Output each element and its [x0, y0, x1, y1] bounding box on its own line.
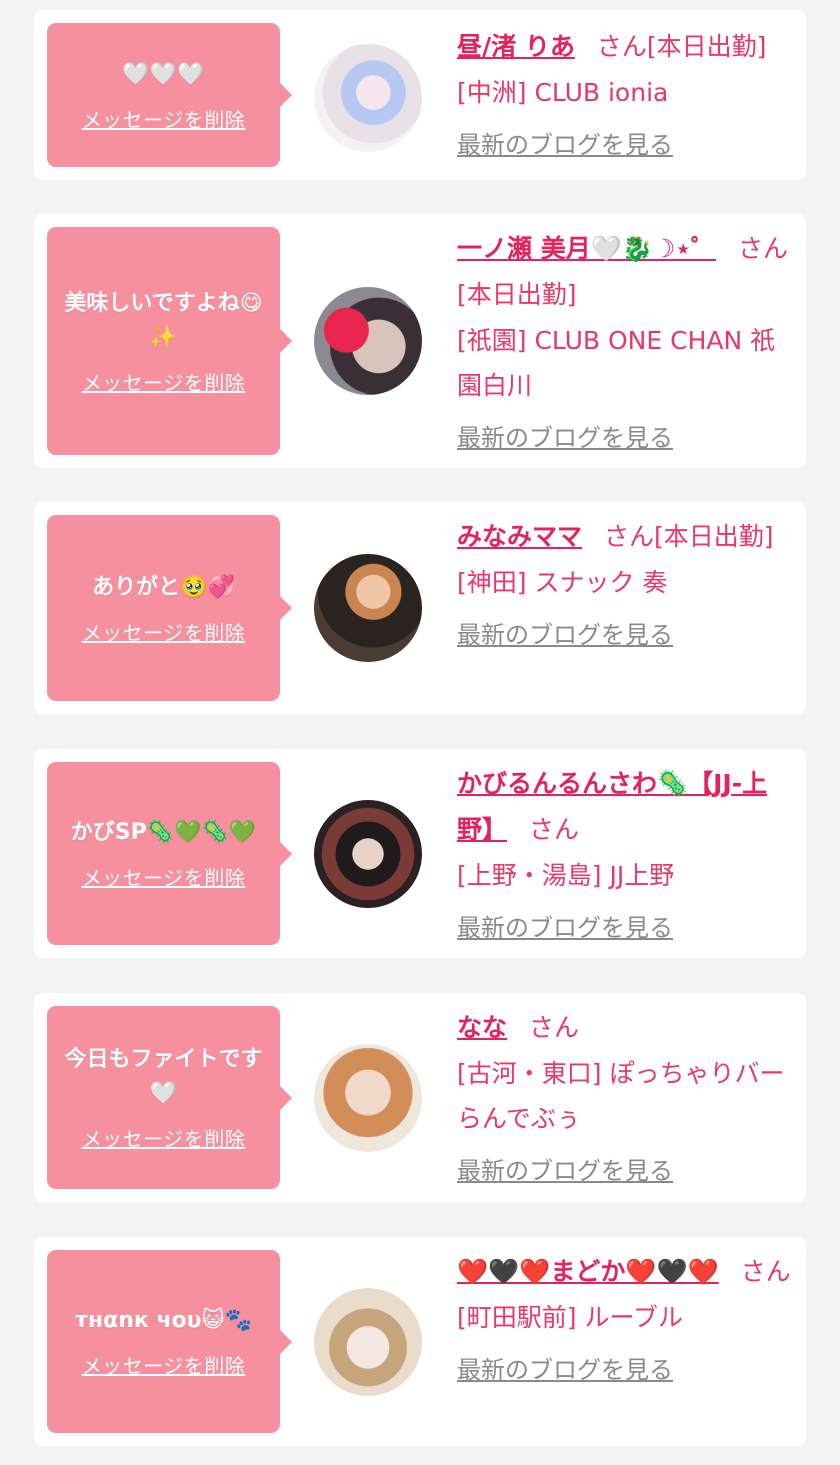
cast-name-link[interactable]: かびるんるんさわ🦠【JJ-上野】 [457, 769, 767, 844]
view-blog-link[interactable]: 最新のブログを見る [457, 910, 673, 946]
view-blog-link[interactable]: 最新のブログを見る [457, 1352, 673, 1388]
message-text: 今日もファイトです🤍 [64, 1047, 263, 1106]
message-bubble: тнαnк чου😺🐾 メッセージを削除 [47, 1250, 292, 1433]
favorite-message-list: 🤍🤍🤍 メッセージを削除 昼/渚 りあ さん[本日出勤] [中洲] CLUB io… [0, 0, 840, 1465]
view-blog-link[interactable]: 最新のブログを見る [457, 617, 673, 653]
message-bubble: 今日もファイトです🤍 メッセージを削除 [47, 1006, 292, 1189]
cast-avatar[interactable] [314, 1044, 422, 1152]
honorific: さん [596, 32, 647, 61]
cast-avatar[interactable] [314, 800, 422, 908]
cast-name-link[interactable]: 昼/渚 りあ [457, 32, 575, 61]
honorific: さん [529, 1013, 580, 1042]
cast-name-line: 昼/渚 りあ さん[本日出勤] [457, 24, 793, 70]
attendance-status: [本日出勤] [457, 280, 577, 309]
cast-info: 一ノ瀬 美月🤍🐉☽⋆゜ さん [本日出勤] [祇園] CLUB ONE CHAN 祇… [457, 226, 793, 456]
delete-message-link[interactable]: メッセージを削除 [82, 1350, 246, 1379]
message-text: 🤍🤍🤍 [122, 61, 205, 87]
view-blog-link[interactable]: 最新のブログを見る [457, 127, 673, 163]
honorific: さん [604, 522, 655, 551]
cast-info: 昼/渚 りあ さん[本日出勤] [中洲] CLUB ionia 最新のブログを見る [457, 24, 793, 163]
delete-message-link[interactable]: メッセージを削除 [82, 367, 246, 396]
shop-name: [神田] スナック 奏 [457, 568, 668, 597]
cast-name-line: かびるんるんさわ🦠【JJ-上野】 さん [457, 761, 793, 853]
attendance-status: [本日出勤] [646, 32, 767, 61]
shop-name: [町田駅前] ルーブル [457, 1303, 683, 1332]
message-text: тнαnк чου😺🐾 [75, 1308, 252, 1333]
message-card: тнαnк чου😺🐾 メッセージを削除 ❤️🖤❤️まどか❤️🖤❤️ さん [町田… [34, 1237, 806, 1446]
shop-name: [中洲] CLUB ionia [457, 78, 669, 107]
cast-name-line: ❤️🖤❤️まどか❤️🖤❤️ さん [457, 1249, 793, 1295]
delete-message-link[interactable]: メッセージを削除 [82, 617, 246, 646]
cast-info: かびるんるんさわ🦠【JJ-上野】 さん [上野・湯島] JJ上野 最新のブログを見… [457, 761, 793, 946]
cast-avatar[interactable] [314, 554, 422, 662]
view-blog-link[interactable]: 最新のブログを見る [457, 420, 673, 456]
shop-name: [祇園] CLUB ONE CHAN 祇園白川 [457, 326, 776, 400]
view-blog-link[interactable]: 最新のブログを見る [457, 1153, 673, 1189]
honorific: さん [529, 815, 580, 844]
message-text: かびSP🦠💚🦠💚 [70, 820, 257, 845]
cast-name-link[interactable]: 一ノ瀬 美月🤍🐉☽⋆゜ [457, 234, 716, 263]
message-bubble: ありがと🥹💞 メッセージを削除 [47, 515, 292, 701]
cast-info: ❤️🖤❤️まどか❤️🖤❤️ さん [町田駅前] ルーブル 最新のブログを見る [457, 1249, 793, 1388]
shop-name: [古河・東口] ぽっちゃりバー らんでぶぅ [457, 1059, 785, 1133]
message-text: ありがと🥹💞 [92, 574, 235, 600]
cast-name-line: みなみママ さん[本日出勤] [457, 514, 793, 560]
cast-avatar[interactable] [314, 287, 422, 395]
cast-info: みなみママ さん[本日出勤] [神田] スナック 奏 最新のブログを見る [457, 514, 793, 653]
message-card: 🤍🤍🤍 メッセージを削除 昼/渚 りあ さん[本日出勤] [中洲] CLUB io… [34, 10, 806, 180]
message-bubble: かびSP🦠💚🦠💚 メッセージを削除 [47, 762, 292, 945]
message-card: 美味しいですよね😋✨ メッセージを削除 一ノ瀬 美月🤍🐉☽⋆゜ さん [本日出勤] … [34, 214, 806, 468]
message-text: 美味しいですよね😋✨ [64, 290, 263, 350]
attendance-status: [本日出勤] [654, 522, 774, 551]
shop-name: [上野・湯島] JJ上野 [457, 861, 675, 890]
message-card: かびSP🦠💚🦠💚 メッセージを削除 かびるんるんさわ🦠【JJ-上野】 さん [上野… [34, 749, 806, 958]
message-bubble: 美味しいですよね😋✨ メッセージを削除 [47, 227, 292, 455]
message-bubble: 🤍🤍🤍 メッセージを削除 [47, 23, 292, 167]
delete-message-link[interactable]: メッセージを削除 [82, 104, 246, 133]
cast-name-link[interactable]: みなみママ [457, 522, 582, 551]
message-card: 今日もファイトです🤍 メッセージを削除 なな さん [古河・東口] ぽっちゃりバー… [34, 993, 806, 1202]
delete-message-link[interactable]: メッセージを削除 [82, 862, 246, 891]
cast-name-link[interactable]: なな [457, 1013, 507, 1042]
cast-avatar[interactable] [314, 44, 422, 152]
honorific: さん [740, 1257, 791, 1286]
cast-name-line: なな さん [457, 1005, 793, 1051]
cast-info: なな さん [古河・東口] ぽっちゃりバー らんでぶぅ 最新のブログを見る [457, 1005, 793, 1189]
cast-name-link[interactable]: ❤️🖤❤️まどか❤️🖤❤️ [457, 1257, 719, 1286]
cast-name-line: 一ノ瀬 美月🤍🐉☽⋆゜ さん [本日出勤] [457, 226, 793, 318]
cast-avatar[interactable] [314, 1288, 422, 1396]
message-card: ありがと🥹💞 メッセージを削除 みなみママ さん[本日出勤] [神田] スナック … [34, 502, 806, 714]
delete-message-link[interactable]: メッセージを削除 [82, 1123, 246, 1152]
honorific: さん [738, 234, 789, 263]
